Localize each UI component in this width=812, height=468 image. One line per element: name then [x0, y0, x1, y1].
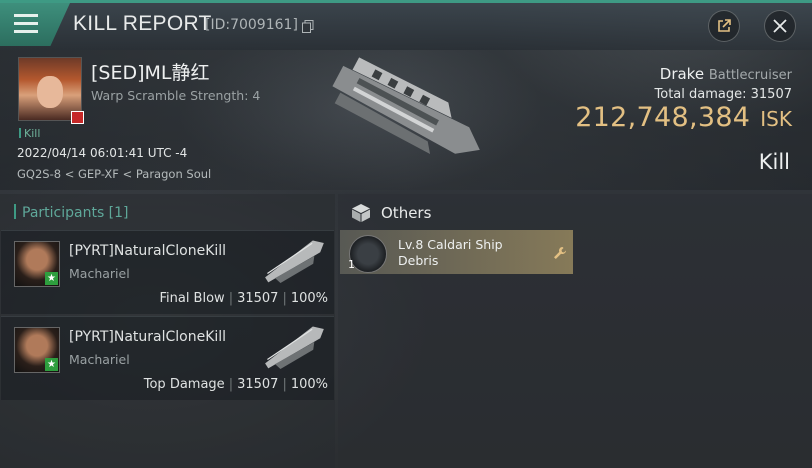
star-icon: ★: [45, 272, 58, 285]
share-button[interactable]: [708, 10, 740, 42]
participants-heading-label: Participants [1]: [22, 205, 129, 221]
victim-name[interactable]: [SED]ML静红: [91, 58, 210, 85]
copy-icon[interactable]: [302, 20, 314, 33]
kill-result: Kill: [758, 150, 790, 174]
dropped-item[interactable]: 1 Lv.8 Caldari Ship Debris: [340, 230, 573, 274]
kill-datetime: 2022/04/14 06:01:41 UTC -4: [17, 146, 188, 160]
close-icon: [773, 19, 787, 33]
victim-portrait[interactable]: [18, 57, 84, 124]
participant-name: [PYRT]NaturalCloneKill: [69, 329, 227, 345]
total-damage-label: Total damage:: [654, 87, 747, 102]
others-panel: Others 1 Lv.8 Caldari Ship Debris: [338, 194, 812, 468]
participant-damage: 31507: [237, 291, 279, 306]
ship-name: Drake: [659, 65, 705, 83]
kill-tag-label: Kill: [24, 127, 41, 140]
participant-damage: 31507: [237, 377, 279, 392]
accent-line: [0, 0, 812, 3]
total-damage: Total damage: 31507: [655, 87, 792, 102]
participant-percent: 100%: [290, 291, 328, 306]
participant-avatar[interactable]: ★: [14, 241, 60, 287]
participant-avatar[interactable]: ★: [14, 327, 60, 373]
isk-unit: ISK: [760, 107, 792, 131]
hamburger-icon: [14, 14, 38, 34]
warp-scramble-strength: Warp Scramble Strength: 4: [91, 88, 261, 103]
isk-amount: 212,748,384: [575, 102, 751, 133]
victim-ship-type[interactable]: Drake Battlecruiser: [660, 65, 792, 83]
victim-ship-image[interactable]: [318, 56, 493, 171]
participant-row[interactable]: ★ [PYRT]NaturalCloneKill Machariel Top D…: [1, 316, 334, 400]
kill-tag: Kill: [19, 127, 40, 140]
participant-ship: Machariel: [69, 352, 130, 367]
participants-panel: Participants [1] ★ [PYRT]NaturalCloneKil…: [0, 194, 335, 468]
participant-stats: Final Blow | 31507 | 100%: [159, 291, 328, 306]
participant-ship: Machariel: [69, 266, 130, 281]
header-bar: KILL REPORT [ID:7009161]: [0, 0, 812, 50]
menu-button[interactable]: [0, 3, 70, 46]
hostile-badge-icon: [71, 111, 84, 124]
total-damage-value: 31507: [750, 87, 792, 102]
star-icon: ★: [45, 358, 58, 371]
participant-row[interactable]: ★ [PYRT]NaturalCloneKill Machariel Final…: [1, 230, 334, 314]
item-quantity: 1: [348, 258, 355, 271]
participant-stats: Top Damage | 31507 | 100%: [143, 377, 328, 392]
victim-section: [SED]ML静红 Warp Scramble Strength: 4 Kill…: [0, 50, 812, 190]
kill-location[interactable]: GQ2S-8 < GEP-XF < Paragon Soul: [17, 167, 211, 181]
participants-heading: Participants [1]: [14, 204, 129, 221]
participant-ship-image[interactable]: [259, 235, 331, 287]
participant-ship-image[interactable]: [259, 321, 331, 373]
participant-percent: 100%: [290, 377, 328, 392]
wrench-icon: [554, 247, 566, 259]
cube-icon: [352, 204, 370, 222]
others-heading: Others: [381, 204, 432, 222]
share-icon: [718, 19, 731, 32]
isk-value: 212,748,384 ISK: [575, 102, 792, 133]
close-button[interactable]: [764, 10, 796, 42]
page-title: KILL REPORT: [73, 12, 212, 35]
participant-role: Top Damage: [143, 377, 225, 392]
report-id: [ID:7009161]: [205, 17, 298, 33]
ship-class: Battlecruiser: [708, 68, 792, 83]
item-name: Lv.8 Caldari Ship Debris: [398, 237, 503, 268]
participant-name: [PYRT]NaturalCloneKill: [69, 243, 227, 259]
participant-role: Final Blow: [159, 291, 225, 306]
